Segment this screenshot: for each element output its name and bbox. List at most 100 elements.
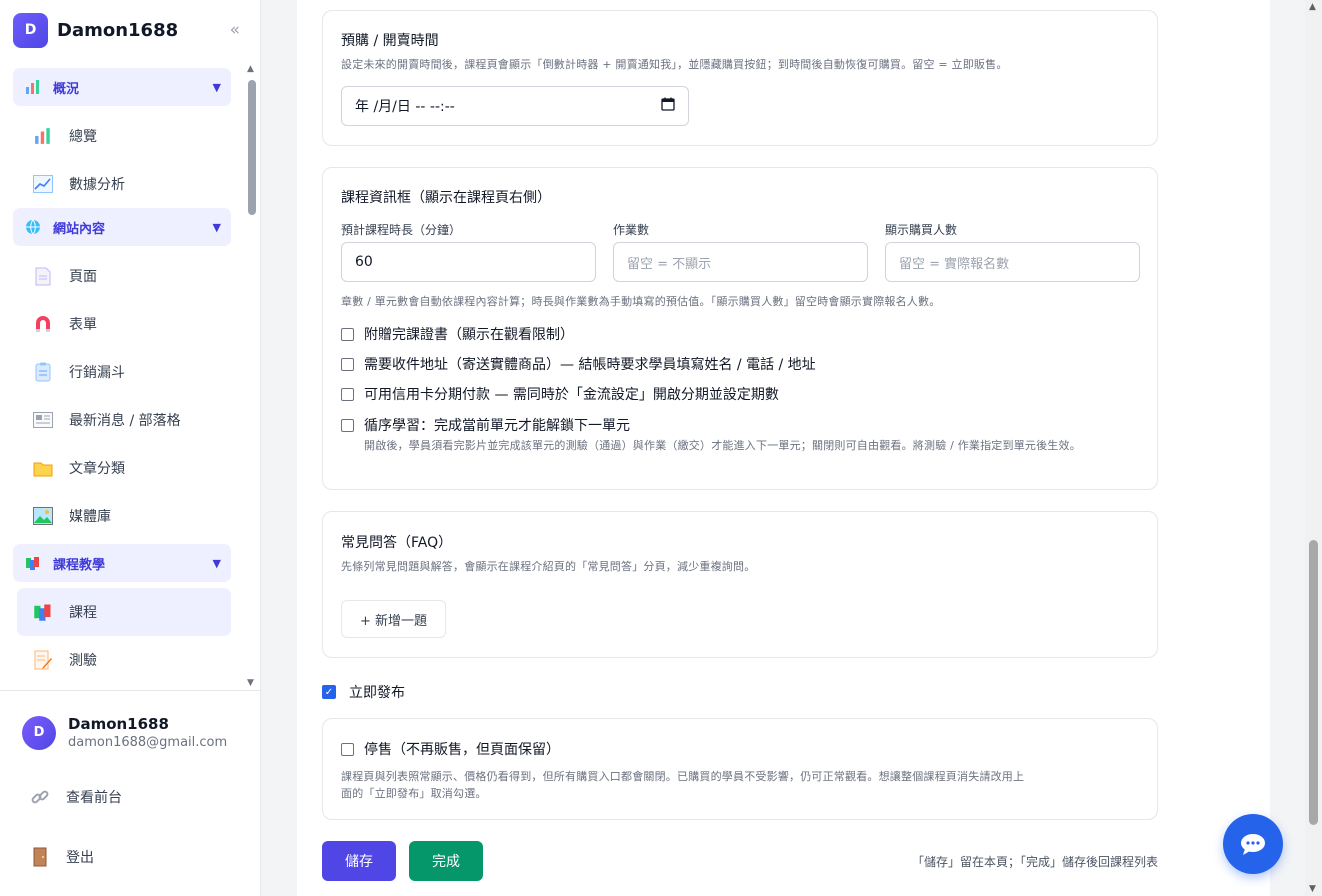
sidebar-item-course[interactable]: 課程 (17, 588, 231, 636)
user-name: Damon1688 (68, 715, 169, 733)
scroll-down-arrow-icon[interactable]: ▼ (247, 678, 254, 688)
view-frontend-link[interactable]: 查看前台 (30, 787, 122, 807)
sidebar-item-label: 表單 (69, 317, 97, 333)
save-button[interactable]: 儲存 (322, 841, 396, 881)
caret-down-icon: ▼ (212, 556, 221, 570)
sidebar-footer: D Damon1688 damon1688@gmail.com 查看前台 登出 (0, 690, 260, 896)
suspend-card: 停售（不再販售，但頁面保留） 課程頁與列表照常顯示、價格仍看得到，但所有購買入口… (322, 718, 1158, 820)
sidebar-item-label: 課程 (69, 605, 97, 621)
presale-card: 預購 / 開賣時間 設定未來的開賣時間後，課程頁會顯示「倒數計時器 + 開賣通知… (322, 10, 1158, 146)
info-box-hint: 章數 / 單元數會自動依課程內容計算；時長與作業數為手動填寫的預估值。「顯示購買… (341, 295, 941, 308)
sidebar-scrollbar[interactable]: ▲ ▼ (246, 64, 258, 688)
add-faq-button[interactable]: + 新增一題 (341, 600, 447, 638)
installment-option[interactable]: 可用信用卡分期付款 — 需同時於「金流設定」開啟分期並設定期數 (341, 384, 779, 404)
bar-chart-icon (33, 126, 53, 146)
brand: D Damon1688 « (13, 12, 240, 48)
homework-input[interactable]: 留空 = 不顯示 (613, 242, 868, 282)
sidebar-item-analytics[interactable]: 數據分析 (13, 160, 231, 208)
publish-label: 立即發布 (349, 685, 405, 701)
nav-group-site-content[interactable]: 網站內容 ▼ (13, 208, 231, 246)
image-icon (33, 506, 53, 526)
shipping-address-option[interactable]: 需要收件地址（寄送實體商品）— 結帳時要求學員填寫姓名 / 電話 / 地址 (341, 354, 816, 374)
view-frontend-label: 查看前台 (66, 790, 122, 806)
buyers-input[interactable]: 留空 = 實際報名數 (885, 242, 1140, 282)
sidebar-item-quiz[interactable]: 測驗 (13, 636, 231, 684)
sidebar-item-pages[interactable]: 頁面 (13, 252, 231, 300)
globe-icon (26, 219, 40, 235)
certificate-label: 附贈完課證書（顯示在觀看限制） (364, 327, 574, 343)
certificate-checkbox[interactable] (341, 327, 354, 341)
caret-down-icon: ▼ (212, 220, 221, 234)
sidebar-item-label: 文章分類 (69, 461, 125, 477)
nav-group-courses[interactable]: 課程教學 ▼ (13, 544, 231, 582)
line-chart-icon (33, 174, 53, 194)
nav-group-label: 概況 (53, 81, 80, 97)
chat-bubble-icon (1241, 834, 1265, 855)
suspend-hint-line2: 面的「立即發布」取消勾選。 (341, 787, 487, 800)
suspend-label: 停售（不再販售，但頁面保留） (364, 742, 560, 758)
books-icon (26, 557, 39, 570)
presale-datetime-input[interactable]: 年 /月/日 -- --:-- (341, 86, 689, 126)
datetime-value: 年 /月/日 -- --:-- (355, 99, 455, 115)
installment-checkbox[interactable] (341, 387, 354, 401)
avatar: D (22, 715, 56, 750)
sidebar-item-label: 總覽 (69, 129, 97, 145)
page-scrollbar[interactable]: ▲ ▼ (1305, 0, 1322, 896)
page-scroll-thumb[interactable] (1309, 540, 1318, 825)
sidebar-item-label: 媒體庫 (69, 509, 111, 525)
nav-group-label: 網站內容 (53, 221, 106, 237)
door-icon (30, 847, 50, 867)
scroll-up-arrow-icon[interactable]: ▲ (247, 64, 254, 74)
scroll-down-arrow-icon[interactable]: ▼ (1309, 884, 1316, 894)
presale-title: 預購 / 開賣時間 (341, 33, 439, 49)
collapse-sidebar-button[interactable]: « (230, 20, 240, 40)
faq-card: 常見問答（FAQ） 先條列常見問題與解答，會顯示在課程介紹頁的「常見問答」分頁，… (322, 511, 1158, 658)
newspaper-icon (33, 410, 53, 430)
faq-title: 常見問答（FAQ） (341, 535, 453, 551)
sequential-learning-checkbox[interactable] (341, 418, 354, 432)
sidebar-item-label: 行銷漏斗 (69, 365, 125, 381)
done-button[interactable]: 完成 (409, 841, 483, 881)
books-icon (33, 602, 53, 622)
sidebar-scroll-thumb[interactable] (248, 80, 256, 215)
certificate-option[interactable]: 附贈完課證書（顯示在觀看限制） (341, 324, 574, 344)
homework-label: 作業數 (613, 223, 650, 237)
publish-option[interactable]: ✓ 立即發布 (322, 682, 405, 702)
sidebar-item-funnel[interactable]: 行銷漏斗 (13, 348, 231, 396)
user-email: damon1688@gmail.com (68, 735, 228, 750)
shipping-address-label: 需要收件地址（寄送實體商品）— 結帳時要求學員填寫姓名 / 電話 / 地址 (364, 357, 816, 373)
logout-link[interactable]: 登出 (30, 847, 94, 867)
sidebar-item-overview[interactable]: 總覽 (13, 112, 231, 160)
sidebar: D Damon1688 « 概況 ▼ 總覽 數據分析 網站內容 ▼ 頁面 表單 … (0, 0, 261, 896)
duration-label: 預計課程時長（分鐘） (341, 223, 462, 237)
magnet-icon (33, 314, 53, 334)
calendar-icon[interactable] (661, 97, 675, 115)
suspend-option[interactable]: 停售（不再販售，但頁面保留） (341, 739, 560, 759)
nav-group-overview[interactable]: 概況 ▼ (13, 68, 231, 106)
sequential-learning-option[interactable]: 循序學習：完成當前單元才能解鎖下一單元 (341, 415, 630, 435)
chat-button[interactable] (1223, 814, 1283, 874)
user-profile[interactable]: D Damon1688 damon1688@gmail.com (22, 715, 227, 750)
buyers-label: 顯示購買人數 (885, 223, 958, 237)
duration-input[interactable]: 60 (341, 242, 596, 282)
info-box-title: 課程資訊框（顯示在課程頁右側） (341, 190, 551, 206)
publish-checkbox[interactable]: ✓ (322, 685, 336, 699)
installment-label: 可用信用卡分期付款 — 需同時於「金流設定」開啟分期並設定期數 (364, 387, 779, 403)
scroll-up-arrow-icon[interactable]: ▲ (1309, 2, 1316, 12)
sidebar-item-categories[interactable]: 文章分類 (13, 444, 231, 492)
memo-icon (33, 650, 53, 670)
presale-hint: 設定未來的開賣時間後，課程頁會顯示「倒數計時器 + 開賣通知我」，並隱藏購買按鈕… (341, 58, 1008, 71)
shipping-address-checkbox[interactable] (341, 357, 354, 371)
link-icon (30, 787, 50, 807)
brand-name: Damon1688 (57, 19, 179, 41)
sidebar-item-media[interactable]: 媒體庫 (13, 492, 231, 540)
folder-icon (33, 458, 53, 478)
logout-label: 登出 (66, 850, 94, 866)
sidebar-item-label: 數據分析 (69, 177, 125, 193)
sidebar-item-forms[interactable]: 表單 (13, 300, 231, 348)
sidebar-nav: 概況 ▼ 總覽 數據分析 網站內容 ▼ 頁面 表單 行銷漏斗 最新消息 / 部落… (13, 68, 231, 688)
faq-hint: 先條列常見問題與解答，會顯示在課程介紹頁的「常見問答」分頁，減少重複詢問。 (341, 560, 756, 573)
sequential-learning-label: 循序學習：完成當前單元才能解鎖下一單元 (364, 418, 630, 434)
suspend-checkbox[interactable] (341, 742, 354, 756)
sidebar-item-blog[interactable]: 最新消息 / 部落格 (13, 396, 231, 444)
